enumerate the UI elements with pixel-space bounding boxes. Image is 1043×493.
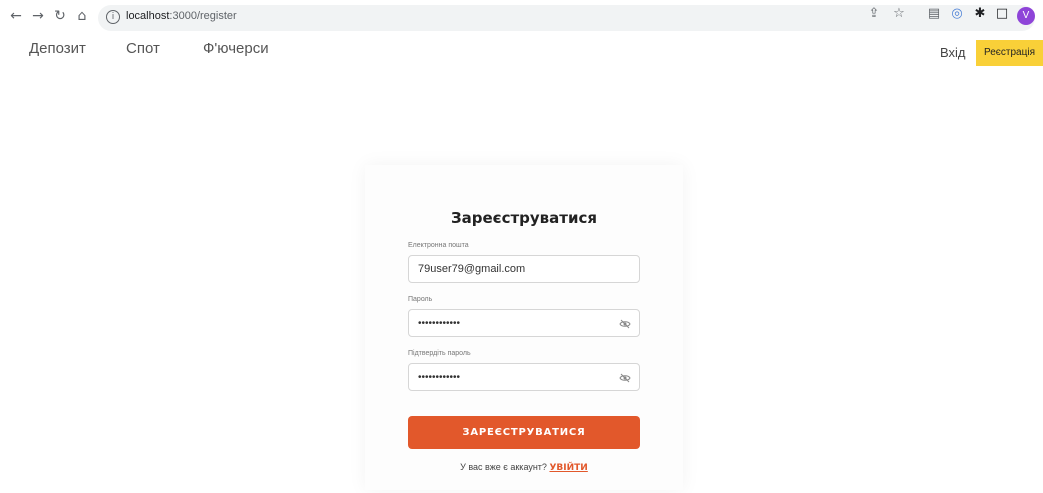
email-label: Електронна пошта	[408, 242, 469, 249]
email-field[interactable]	[418, 256, 618, 282]
page-title: Зареєструватися	[450, 209, 598, 227]
submit-register-button[interactable]: ЗАРЕЄСТРУВАТИСЯ	[408, 416, 640, 449]
url-text[interactable]: localhost:3000/register	[126, 10, 237, 22]
url-host: localhost	[126, 10, 170, 22]
register-button[interactable]: Реєстрація	[976, 40, 1043, 66]
extension-icon[interactable]: ▤	[926, 6, 942, 22]
forward-arrow-icon[interactable]: →	[30, 8, 46, 24]
profile-avatar[interactable]: V	[1017, 7, 1035, 25]
have-account-row: У вас вже є аккаунт? УВІЙТИ	[365, 462, 683, 473]
nav-spot[interactable]: Спот	[126, 40, 160, 62]
reload-icon[interactable]: ↻	[52, 8, 68, 24]
password-field-wrapper	[408, 309, 640, 337]
star-icon[interactable]: ☆	[891, 6, 907, 22]
back-arrow-icon[interactable]: ←	[8, 8, 24, 24]
eye-slash-icon[interactable]	[619, 318, 631, 330]
password-label: Пароль	[408, 296, 433, 303]
confirm-password-field[interactable]	[418, 364, 618, 390]
url-path: :3000/register	[169, 10, 237, 22]
login-link[interactable]: Вхід	[940, 45, 966, 60]
share-icon[interactable]: ⇪	[866, 6, 882, 22]
signin-link[interactable]: УВІЙТИ	[549, 463, 587, 473]
nav-futures[interactable]: Ф'ючерси	[203, 40, 269, 62]
extension-circle-icon[interactable]: ◎	[949, 6, 965, 22]
have-account-text: У вас вже є аккаунт?	[460, 462, 547, 472]
side-panel-icon[interactable]: □	[994, 6, 1010, 22]
home-icon[interactable]: ⌂	[74, 8, 90, 24]
password-field[interactable]	[418, 310, 618, 336]
confirm-password-label: Підтвердіть пароль	[408, 350, 471, 357]
nav-deposit[interactable]: Депозит	[29, 40, 86, 62]
confirm-password-field-wrapper	[408, 363, 640, 391]
puzzle-icon[interactable]: ✱	[972, 6, 988, 22]
register-card: Зареєструватися Електронна пошта Пароль …	[365, 165, 683, 490]
eye-slash-icon[interactable]	[619, 372, 631, 384]
email-field-wrapper	[408, 255, 640, 283]
browser-toolbar: ← → ↻ ⌂ i localhost:3000/register ⇪ ☆ ▤ …	[0, 0, 1043, 36]
info-icon[interactable]: i	[106, 10, 120, 24]
